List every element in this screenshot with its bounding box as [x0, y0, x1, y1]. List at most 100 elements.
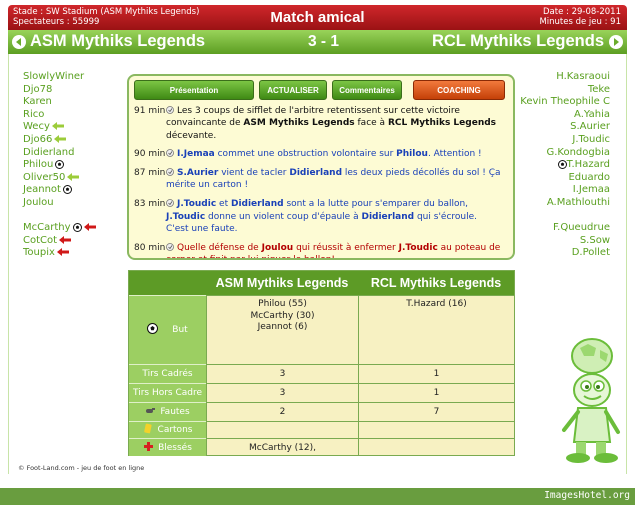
away-player-row[interactable]: A.Mathlouthi: [520, 197, 610, 210]
score: 3 - 1: [308, 33, 340, 50]
substitution-out-arrow-icon: [59, 235, 72, 244]
event-text-line: corner et finit par lui piquer le ballon…: [166, 254, 509, 258]
stat-label-2: Tirs Hors Cadre: [129, 383, 206, 402]
stat-home-cell: 3: [206, 383, 358, 402]
next-arrow-icon[interactable]: [609, 35, 623, 49]
event-minute: 90 min: [134, 149, 166, 160]
tab-coaching[interactable]: COACHING: [413, 80, 505, 100]
away-player-row[interactable]: S.Aurier: [520, 121, 610, 134]
away-player-row[interactable]: G.Kondogbia: [520, 147, 610, 160]
event-entry: 90 min I.Jemaa commet une obstruction vol…: [134, 148, 509, 160]
whistle-icon: [146, 408, 156, 413]
event-text: J.Toudic: [177, 199, 217, 210]
home-team-name[interactable]: ASM Mythiks Legends: [30, 32, 205, 51]
stat-away-cell: 7: [358, 402, 514, 421]
home-player-name: SlowlyWiner: [23, 71, 85, 82]
away-player-row[interactable]: A.Yahia: [520, 109, 610, 122]
home-player-row[interactable]: Karen: [23, 96, 96, 109]
event-text-line: décevante.: [166, 130, 509, 142]
home-player-row[interactable]: Djo66: [23, 134, 96, 147]
tab-comments[interactable]: Commentaires: [332, 80, 402, 100]
event-text: qui réussit à enfermer: [293, 242, 399, 253]
card-icon: [143, 423, 152, 434]
stat-label-text: But: [172, 325, 188, 335]
event-text: commet une obstruction volontaire sur: [214, 149, 397, 160]
event-text: convaincante de: [166, 118, 244, 129]
event-text: RCL Mythiks Legends: [387, 118, 497, 129]
tab-presentation[interactable]: Présentation: [134, 80, 254, 100]
stat-label-text: Blessés: [158, 443, 192, 453]
stat-home-cell: Philou (55) McCarthy (30) Jeannot (6): [206, 295, 358, 364]
home-player-row[interactable]: Toupix: [23, 247, 96, 260]
away-team-name[interactable]: RCL Mythiks Legends: [432, 32, 604, 51]
event-entry: 80 min Quelle défense de Joulou qui réuss…: [134, 242, 509, 258]
event-text-line: J.Toudic donne un violent coup d'épaule …: [166, 211, 509, 223]
home-player-name: Toupix: [23, 247, 55, 259]
event-text: S.Aurier: [177, 168, 219, 179]
home-player-name: McCarthy: [23, 222, 71, 234]
stats-table: ASM Mythiks Legends RCL Mythiks Legends …: [128, 270, 515, 456]
home-player-row[interactable]: Joulou: [23, 197, 96, 210]
event-bullet-icon: [166, 106, 174, 114]
substitution-in-arrow-icon: [67, 172, 80, 181]
away-player-row[interactable]: Teke: [520, 84, 610, 97]
event-text: J.Toudic: [398, 242, 438, 253]
away-player-name: A.Mathlouthi: [546, 196, 610, 208]
bottom-bar: ImagesHotel.org: [0, 488, 635, 505]
home-player-row[interactable]: Didierland: [23, 147, 96, 160]
substitution-in-arrow-icon: [51, 122, 64, 131]
home-player-row[interactable]: Rico: [23, 109, 96, 122]
away-player-row[interactable]: F.Queudrue: [520, 222, 610, 235]
home-player-row[interactable]: Oliver50: [23, 172, 96, 185]
away-player-row[interactable]: J.Toudic: [520, 134, 610, 147]
event-text: . Attention !: [427, 149, 482, 160]
substitution-in-arrow-icon: [54, 134, 67, 143]
stat-value: 3: [279, 388, 286, 398]
home-player-row[interactable]: Wecy: [23, 121, 96, 134]
event-bullet-icon: [166, 242, 174, 251]
away-player-row: [520, 210, 610, 223]
match-info: Date : 29-08-2011 Minutes de jeu : 91: [539, 7, 621, 27]
stat-home-cell: [206, 421, 358, 438]
away-player-name: S.Sow: [579, 234, 610, 246]
events-list: 91 min Les 3 coups de sifflet de l'arbitr…: [134, 105, 509, 258]
stat-label-4: Cartons: [129, 421, 206, 438]
home-player-name: Oliver50: [23, 171, 66, 183]
stat-away-cell: 1: [358, 364, 514, 383]
away-player-row[interactable]: D.Pollet: [520, 247, 610, 260]
away-player-row[interactable]: S.Sow: [520, 235, 610, 248]
away-player-row[interactable]: T.Hazard: [520, 159, 610, 172]
event-text: Les 3 coups de sifflet de l'arbitre rete…: [177, 106, 460, 116]
home-player-row[interactable]: Philou: [23, 159, 96, 172]
home-player-row[interactable]: CotCot: [23, 235, 96, 248]
stat-away-cell: 1: [358, 383, 514, 402]
footer-text: © Foot-Land.com - jeu de foot en ligne: [18, 464, 145, 472]
home-player-row[interactable]: Jeannot: [23, 184, 96, 197]
events-panel: Présentation ACTUALISER Commentaires COA…: [127, 74, 515, 260]
event-minute: 87 min: [134, 168, 166, 179]
event-text: vient de tacler: [218, 168, 290, 179]
away-player-row[interactable]: H.Kasraoui: [520, 71, 610, 84]
stat-home-cell: McCarthy (12),: [206, 438, 358, 456]
stat-value: Philou (55): [258, 299, 307, 309]
previous-arrow-icon[interactable]: [12, 35, 26, 49]
event-text: mérite un carton !: [166, 180, 249, 191]
home-player-row[interactable]: Djo78: [23, 84, 96, 97]
stat-value: Jeannot (6): [257, 322, 308, 332]
away-player-row[interactable]: Kevin Theophile C: [520, 96, 610, 109]
away-player-name: F.Queudrue: [553, 222, 610, 234]
away-player-name: G.Kondogbia: [546, 146, 610, 158]
event-text: face à: [354, 118, 388, 129]
away-player-row[interactable]: Eduardo: [520, 172, 610, 185]
away-player-name: J.Toudic: [572, 133, 610, 145]
home-player-name: Jeannot: [23, 184, 61, 196]
event-text-line: convaincante de ASM Mythiks Legends face…: [166, 117, 509, 129]
substitution-out-arrow-icon: [83, 223, 96, 232]
ball-icon: [147, 323, 159, 334]
home-player-row[interactable]: McCarthy: [23, 222, 96, 235]
tab-refresh[interactable]: ACTUALISER: [259, 80, 327, 100]
away-player-row[interactable]: I.Jemaa: [520, 184, 610, 197]
credit-text[interactable]: ImagesHotel.org: [544, 490, 630, 501]
home-player-row[interactable]: SlowlyWiner: [23, 71, 96, 84]
away-player-name: Eduardo: [568, 171, 610, 183]
